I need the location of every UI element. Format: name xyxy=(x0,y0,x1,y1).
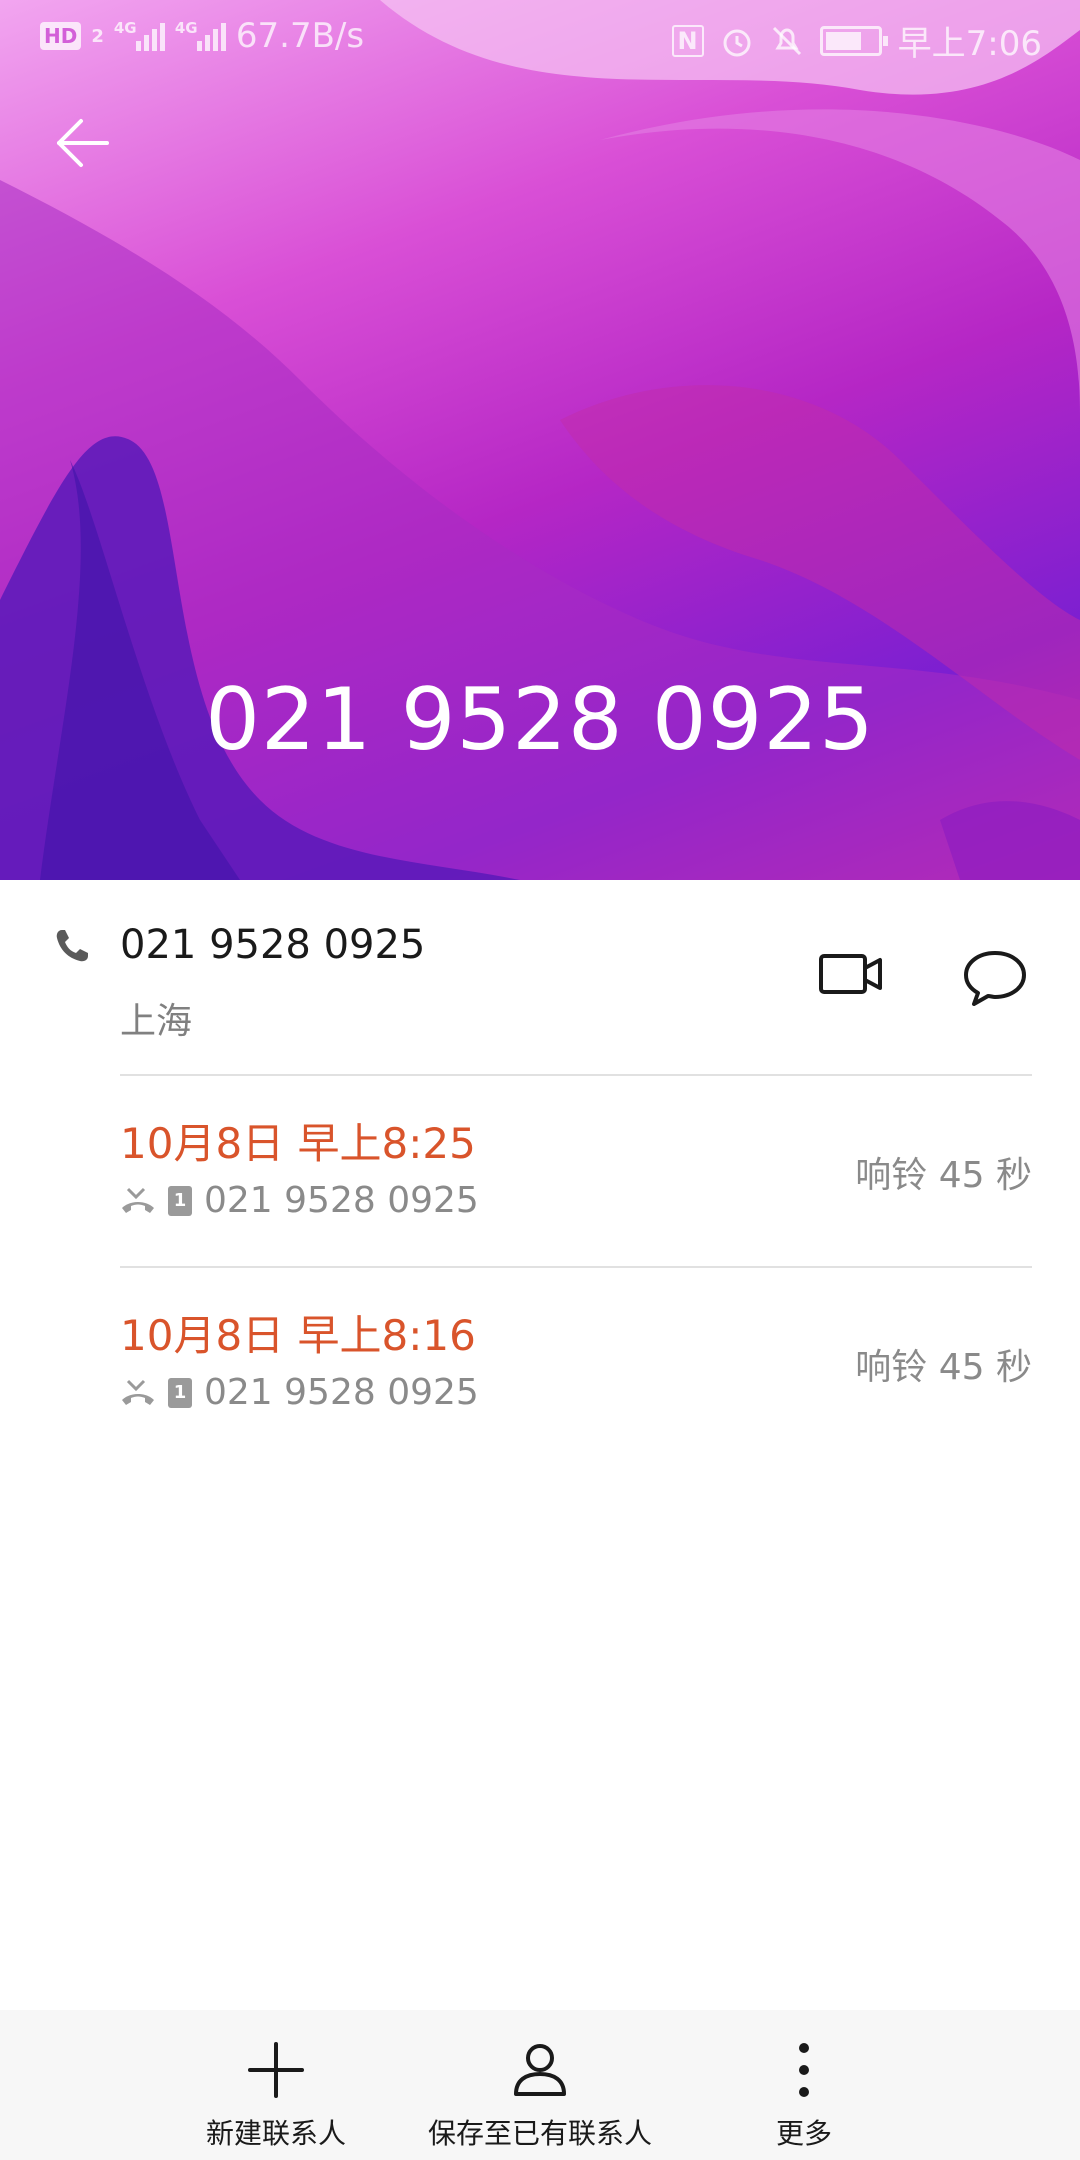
call-details: 1 021 9528 0925 xyxy=(120,1180,479,1221)
phone-icon xyxy=(56,930,88,962)
call-time: 10月8日 早上8:25 xyxy=(120,1119,476,1168)
plus-icon xyxy=(248,2042,304,2098)
back-button[interactable] xyxy=(48,108,118,178)
alarm-icon xyxy=(723,29,751,56)
video-call-icon xyxy=(819,954,882,994)
new-contact-button[interactable]: 新建联系人 xyxy=(156,2010,396,2160)
call-log-item[interactable]: 10月8日 早上8:16 1 021 9528 0925 响铃 45 秒 xyxy=(0,1268,1080,1460)
message-icon xyxy=(964,951,1026,1006)
call-duration: 响铃 45 秒 xyxy=(855,1347,1032,1388)
call-number: 021 9528 0925 xyxy=(204,1372,479,1413)
more-label: 更多 xyxy=(775,2117,832,2150)
battery-icon xyxy=(819,25,888,56)
network-type-label: 4G xyxy=(174,19,198,37)
call-time: 10月8日 早上8:16 xyxy=(120,1311,476,1360)
nfc-icon: N xyxy=(671,24,704,57)
save-to-existing-contact-button[interactable]: 保存至已有联系人 xyxy=(400,2010,680,2160)
missed-call-icon xyxy=(122,1187,154,1213)
phone-number-row[interactable]: 021 9528 0925 上海 xyxy=(0,880,1080,1076)
header-phone-number: 021 9528 0925 xyxy=(205,670,875,770)
contact-location: 上海 xyxy=(120,1001,193,1042)
status-bar: HD 2 4G 4G 67.7B/s N 早上7:06 xyxy=(0,0,1080,72)
contact-header: HD 2 4G 4G 67.7B/s N 早上7:06 021 9528 092… xyxy=(0,0,1080,880)
back-arrow-icon xyxy=(57,119,109,167)
contact-number: 021 9528 0925 xyxy=(120,922,426,968)
call-duration: 响铃 45 秒 xyxy=(855,1155,1032,1196)
network-type-label: 4G xyxy=(113,19,137,37)
call-details: 1 021 9528 0925 xyxy=(120,1372,479,1413)
clock: 早上7:06 xyxy=(897,24,1042,64)
sim-card-icon: 1 xyxy=(168,1185,192,1216)
message-button[interactable] xyxy=(962,948,1028,1012)
status-left: HD 2 4G 4G 67.7B/s xyxy=(40,16,364,56)
sim-indicator: 2 xyxy=(91,25,104,47)
missed-call-icon xyxy=(122,1379,154,1405)
status-right: N 早上7:06 xyxy=(671,16,1042,65)
call-log-item[interactable]: 10月8日 早上8:25 1 021 9528 0925 响铃 45 秒 xyxy=(0,1076,1080,1268)
save-to-existing-label: 保存至已有联系人 xyxy=(427,2117,652,2150)
video-call-button[interactable] xyxy=(818,950,884,1002)
signal-icon: 4G xyxy=(174,19,226,51)
network-speed: 67.7B/s xyxy=(235,16,365,56)
more-vertical-icon xyxy=(799,2043,809,2097)
more-button[interactable]: 更多 xyxy=(724,2010,884,2160)
sim-card-icon: 1 xyxy=(168,1377,192,1408)
call-number: 021 9528 0925 xyxy=(204,1180,479,1221)
hd-badge: HD xyxy=(40,22,82,50)
bottom-action-bar: 新建联系人 保存至已有联系人 更多 xyxy=(0,2010,1080,2160)
mute-icon xyxy=(772,26,801,55)
signal-icon: 4G xyxy=(113,19,165,51)
new-contact-label: 新建联系人 xyxy=(205,2117,346,2150)
person-icon xyxy=(514,2044,566,2096)
